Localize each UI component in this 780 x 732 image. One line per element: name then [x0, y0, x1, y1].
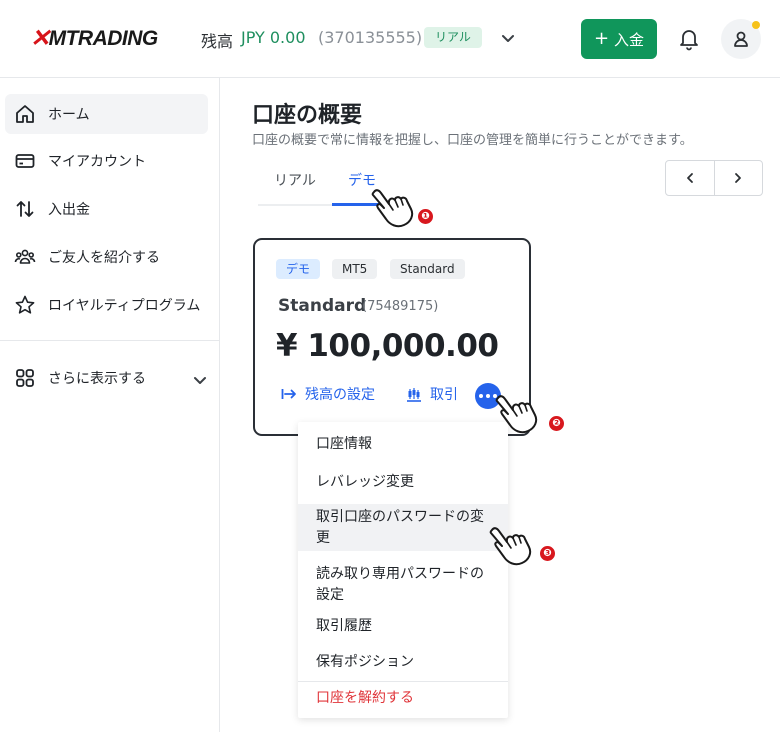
menu-item-leverage-change[interactable]: レバレッジ変更	[298, 472, 508, 492]
plus-icon: +	[593, 28, 610, 49]
deposit-button-label: 入金	[614, 30, 645, 49]
home-icon	[16, 105, 34, 123]
logo-mark: ✕	[30, 25, 50, 52]
pointing-hand-icon	[489, 527, 532, 566]
people-icon	[14, 249, 36, 264]
pointing-hand-icon	[371, 189, 414, 228]
menu-item-label: 口座情報	[316, 435, 372, 452]
menu-item-trade-history[interactable]: 取引履歴	[298, 616, 508, 636]
menu-item-label: 読み取り専用パスワードの設定	[316, 566, 484, 603]
chevron-left-icon	[687, 173, 693, 183]
trade-label: 取引	[430, 387, 458, 403]
sidebar-item-label: 入出金	[48, 202, 90, 218]
arrow-to-bar-icon	[281, 389, 296, 399]
balance-value: JPY 0.00	[241, 28, 306, 47]
step-marker-2: ❷	[549, 416, 564, 431]
tag-platform: MT5	[332, 259, 378, 279]
sidebar-item-refer-friend[interactable]: ご友人を紹介する	[5, 237, 208, 277]
menu-item-open-positions[interactable]: 保有ポジション	[298, 652, 508, 672]
sidebar-item-my-account[interactable]: マイアカウント	[5, 141, 208, 181]
set-balance-label: 残高の設定	[305, 387, 375, 403]
menu-item-account-info[interactable]: 口座情報	[298, 434, 508, 454]
tag-account-type: Standard	[390, 259, 465, 279]
account-pager	[665, 160, 763, 196]
sidebar: ホーム マイアカウント 入出金 ご友人を紹介する ロイヤルティプログラム さらに…	[0, 78, 220, 732]
sidebar-item-label: マイアカウント	[48, 154, 146, 170]
sidebar-item-label: ホーム	[48, 107, 90, 123]
pointing-hand-icon	[495, 395, 538, 434]
chevron-down-icon[interactable]	[498, 28, 518, 48]
menu-item-label: 取引履歴	[316, 617, 372, 634]
account-name: Standard	[278, 296, 367, 316]
menu-item-label: 口座を解約する	[316, 689, 414, 706]
menu-item-close-account[interactable]: 口座を解約する	[298, 688, 508, 708]
sidebar-item-label: さらに表示する	[48, 371, 146, 387]
menu-divider	[298, 681, 508, 682]
logo-text: MTRADING	[48, 26, 159, 50]
chevron-down-icon[interactable]	[190, 370, 210, 390]
tag-demo: デモ	[276, 259, 321, 279]
step-marker-1: ❶	[418, 209, 433, 224]
xmtrading-logo[interactable]: ✕ MTRADING	[30, 24, 158, 53]
account-balance: ¥ 100,000.00	[276, 328, 499, 364]
candlestick-icon	[407, 388, 421, 402]
previous-button[interactable]	[666, 161, 714, 195]
trade-link[interactable]: 取引	[406, 384, 458, 404]
dot-icon	[486, 394, 490, 398]
transfer-icon	[16, 201, 34, 217]
chevron-right-icon	[735, 173, 742, 183]
step-marker-3: ❸	[540, 546, 555, 561]
apps-grid-icon	[16, 369, 34, 387]
balance-label: 残高	[201, 32, 234, 51]
sidebar-divider	[0, 340, 219, 341]
tab-real[interactable]: リアル	[274, 170, 316, 190]
deposit-button[interactable]: + 入金	[581, 19, 657, 59]
menu-item-label: レバレッジ変更	[316, 473, 414, 490]
sidebar-item-loyalty-program[interactable]: ロイヤルティプログラム	[5, 285, 208, 325]
account-type-badge: リアル	[424, 27, 482, 48]
card-icon	[15, 154, 35, 168]
top-header: ✕ MTRADING 残高 JPY 0.00 (370135555) リアル +…	[0, 0, 780, 78]
menu-item-set-readonly-password[interactable]: 読み取り専用パスワードの設定	[298, 564, 508, 606]
star-icon	[15, 295, 35, 314]
next-button[interactable]	[713, 161, 762, 195]
user-icon	[734, 31, 748, 47]
sidebar-item-label: ロイヤルティプログラム	[48, 298, 201, 314]
menu-item-change-trading-password[interactable]: 取引口座のパスワードの変更	[298, 504, 508, 551]
menu-item-label: 取引口座のパスワードの変更	[316, 508, 484, 546]
sidebar-item-home[interactable]: ホーム	[5, 94, 208, 134]
notification-dot	[752, 21, 760, 29]
dot-icon	[479, 394, 483, 398]
account-number: (75489175)	[362, 299, 439, 314]
set-balance-link[interactable]: 残高の設定	[281, 384, 375, 404]
header-account-number: (370135555)	[318, 28, 423, 47]
sidebar-item-deposit-withdraw[interactable]: 入出金	[5, 189, 208, 229]
bell-icon[interactable]	[676, 26, 702, 52]
sidebar-item-label: ご友人を紹介する	[48, 250, 160, 266]
page-title: 口座の概要	[252, 103, 363, 128]
menu-item-label: 保有ポジション	[316, 653, 414, 670]
sidebar-item-show-more[interactable]: さらに表示する	[5, 358, 208, 398]
page-subtitle: 口座の概要で常に情報を把握し、口座の管理を簡単に行うことができます。	[252, 133, 693, 148]
